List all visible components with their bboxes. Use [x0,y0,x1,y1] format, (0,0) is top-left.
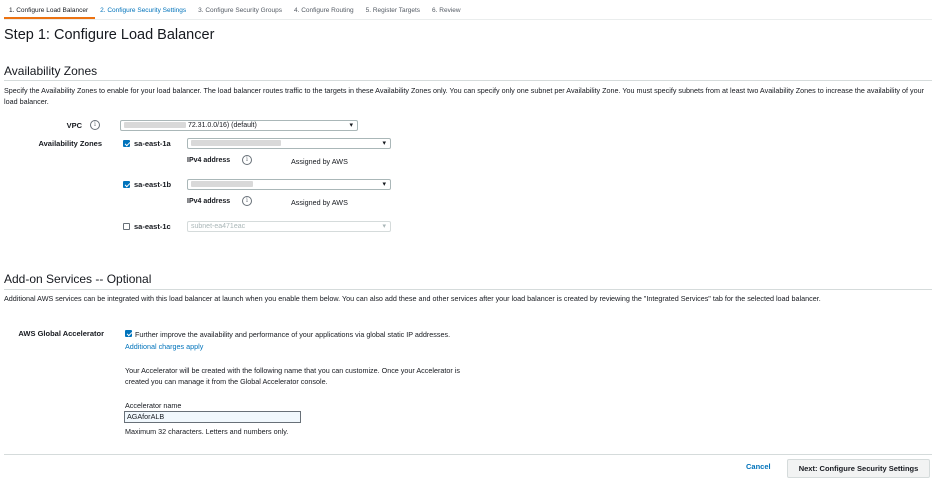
zone-a-name: sa-east-1a [134,139,171,148]
addon-services-description: Additional AWS services can be integrate… [4,294,821,303]
tab-review[interactable]: 6. Review [427,3,468,19]
zone-a-ipv4-label: IPv4 address [187,157,231,164]
redacted-text [191,181,253,188]
select-caret-icon: ▾ [349,122,353,129]
zone-a-ipv4-value: Assigned by AWS [291,157,348,166]
tab-configure-load-balancer[interactable]: 1. Configure Load Balancer [4,3,96,19]
availability-zones-heading: Availability Zones [4,64,98,78]
availability-zones-description: Specify the Availability Zones to enable… [4,86,924,106]
redacted-text [191,140,281,147]
zone-b-checkbox[interactable] [123,181,130,188]
info-icon[interactable]: i [90,120,100,130]
zone-b-ipv4-value: Assigned by AWS [291,198,348,207]
zone-c-subnet-select[interactable]: subnet-ea471eac ▾ [187,221,391,232]
select-caret-icon: ▾ [382,181,386,188]
accelerator-name-hint: Maximum 32 characters. Letters and numbe… [125,427,289,436]
cancel-button[interactable]: Cancel [746,462,771,471]
tab-configure-security-settings[interactable]: 2. Configure Security Settings [95,3,193,19]
next-button[interactable]: Next: Configure Security Settings [787,459,930,478]
zone-a-subnet-select[interactable]: ▾ [187,138,391,149]
addon-services-heading: Add-on Services -- Optional [4,272,152,286]
zone-c-subnet-value: subnet-ea471eac [191,223,246,230]
wizard-tabs: 1. Configure Load Balancer 2. Configure … [4,3,932,20]
additional-charges-link[interactable]: Additional charges apply [125,342,203,351]
select-caret-icon: ▾ [382,140,386,147]
zone-b-subnet-select[interactable]: ▾ [187,179,391,190]
info-icon[interactable]: i [242,196,252,206]
accelerator-name-label: Accelerator name [125,401,182,410]
zone-b-ipv4-label: IPv4 address [187,198,231,205]
select-caret-icon: ▾ [382,223,386,230]
info-icon[interactable]: i [242,155,252,165]
page-title: Step 1: Configure Load Balancer [4,27,215,43]
redacted-text [124,122,186,129]
divider [4,80,932,81]
vpc-value: 72.31.0.0/16) (default) [187,122,257,129]
global-accelerator-checkbox[interactable] [125,330,132,337]
global-accelerator-checkbox-text: Further improve the availability and per… [135,330,451,339]
accelerator-info-line-2: created you can manage it from the Globa… [125,377,328,386]
vpc-label: VPC [66,121,82,130]
zone-c-name: sa-east-1c [134,222,171,231]
zone-a-checkbox[interactable] [123,140,130,147]
tab-configure-routing[interactable]: 4. Configure Routing [289,3,361,19]
tab-register-targets[interactable]: 5. Register Targets [361,3,427,19]
availability-zones-label: Availability Zones [38,139,103,148]
global-accelerator-label: AWS Global Accelerator [18,329,104,338]
accelerator-name-input[interactable]: AGAforALB [124,411,301,423]
divider [4,454,932,455]
accelerator-info-line-1: Your Accelerator will be created with th… [125,366,460,375]
divider [4,289,932,290]
zone-c-checkbox[interactable] [123,223,130,230]
vpc-select[interactable]: 72.31.0.0/16) (default) ▾ [120,120,358,131]
tab-configure-security-groups[interactable]: 3. Configure Security Groups [193,3,289,19]
zone-b-name: sa-east-1b [134,180,172,189]
